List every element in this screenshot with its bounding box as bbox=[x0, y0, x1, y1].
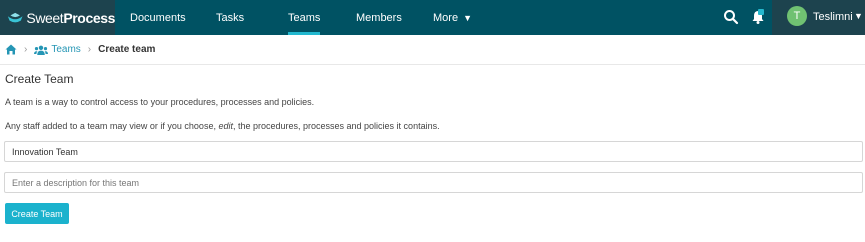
nav-more[interactable]: More ▼ bbox=[433, 0, 472, 35]
nav-teams[interactable]: Teams bbox=[288, 0, 321, 35]
notification-badge bbox=[758, 9, 764, 15]
breadcrumb-current: Create team bbox=[98, 44, 156, 55]
breadcrumb-teams-link[interactable]: Teams bbox=[51, 44, 80, 55]
sweetprocess-logo-icon bbox=[7, 12, 23, 22]
nav-tasks[interactable]: Tasks bbox=[216, 0, 244, 35]
user-menu[interactable]: T Teslimni ▼ bbox=[772, 0, 865, 35]
page-title: Create Team bbox=[5, 72, 74, 86]
brand-name: SweetProcess bbox=[26, 9, 115, 26]
user-name: Teslimni bbox=[813, 11, 853, 23]
breadcrumb: › Teams › Create team bbox=[0, 35, 865, 65]
chevron-down-icon: ▼ bbox=[463, 12, 472, 23]
page-description: A team is a way to control access to you… bbox=[5, 97, 315, 107]
team-description-input[interactable] bbox=[4, 172, 863, 193]
nav-documents[interactable]: Documents bbox=[130, 0, 186, 35]
users-icon bbox=[34, 45, 49, 55]
home-icon[interactable] bbox=[5, 44, 17, 55]
create-team-button[interactable]: Create Team bbox=[5, 203, 69, 224]
nav-more-label: More bbox=[433, 11, 459, 24]
brand-logo-link[interactable]: SweetProcess bbox=[0, 0, 115, 35]
top-navbar: SweetProcess Documents Tasks Teams Membe… bbox=[0, 0, 865, 35]
search-icon[interactable] bbox=[723, 9, 739, 25]
page-description-detail: Any staff added to a team may view or if… bbox=[5, 121, 440, 131]
team-name-input[interactable] bbox=[4, 141, 863, 162]
breadcrumb-separator: › bbox=[87, 44, 92, 55]
nav-members[interactable]: Members bbox=[356, 0, 402, 35]
avatar: T bbox=[787, 6, 807, 26]
chevron-down-icon: ▼ bbox=[854, 11, 863, 21]
breadcrumb-separator: › bbox=[24, 44, 28, 55]
